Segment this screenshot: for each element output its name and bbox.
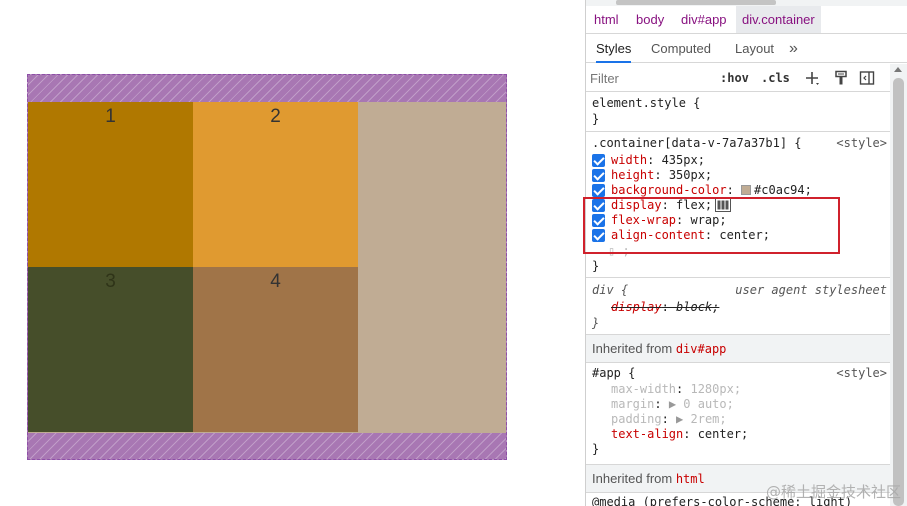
- styles-toolbar: :hov .cls: [586, 64, 891, 92]
- flex-item-4[interactable]: 4: [193, 267, 358, 432]
- property-value[interactable]: center;: [698, 427, 749, 441]
- property-name[interactable]: width: [611, 153, 647, 167]
- property-name[interactable]: height: [611, 168, 654, 182]
- item-label: 3: [105, 271, 116, 292]
- inherited-header-app: Inherited from div#app: [586, 335, 891, 363]
- property-checkbox[interactable]: [592, 154, 605, 167]
- user-agent-rule: div { user agent stylesheet display: blo…: [586, 278, 891, 335]
- property-value[interactable]: 435px;: [662, 153, 705, 167]
- property-checkbox[interactable]: [592, 169, 605, 182]
- scroll-up-icon[interactable]: [894, 67, 902, 72]
- app-rule: #app { <style> max-width: 1280px; margin…: [586, 363, 891, 465]
- inherited-label: Inherited from: [592, 341, 673, 356]
- rule-selector[interactable]: .container[data-v-7a7a37b1] {: [592, 136, 802, 151]
- inherited-element-link[interactable]: div#app: [676, 342, 727, 356]
- property-name[interactable]: display: [611, 300, 662, 314]
- rule-source-link[interactable]: <style>: [836, 136, 887, 151]
- property-value[interactable]: 2rem;: [691, 412, 727, 426]
- rule-selector[interactable]: div {: [592, 283, 628, 298]
- scrollbar-thumb[interactable]: [893, 78, 904, 506]
- hov-button[interactable]: :hov: [720, 64, 749, 92]
- property-value[interactable]: block;: [676, 300, 719, 314]
- flex-item-3[interactable]: 3: [28, 267, 193, 432]
- property-value[interactable]: 1280px;: [690, 382, 741, 396]
- app-padding-area: 1 2 3 4: [27, 74, 507, 460]
- property-name[interactable]: margin: [611, 397, 654, 411]
- rule-close: }: [592, 112, 600, 126]
- property-value[interactable]: #c0ac94;: [754, 183, 812, 197]
- breadcrumb-app[interactable]: div#app: [681, 6, 727, 33]
- breadcrumb-body[interactable]: body: [636, 6, 664, 33]
- annotation-highlight-box: [583, 197, 840, 254]
- rule-source-link[interactable]: <style>: [836, 366, 887, 381]
- element-style-rule: element.style { }: [586, 92, 891, 132]
- color-swatch[interactable]: [741, 185, 752, 195]
- property-name[interactable]: padding: [611, 412, 662, 426]
- rule-selector[interactable]: #app {: [592, 366, 635, 381]
- toggle-sidebar-icon[interactable]: [859, 70, 875, 86]
- sidebar-tabs: Styles Computed Layout »: [586, 35, 907, 63]
- watermark: @稀土掘金技术社区: [765, 483, 901, 501]
- property-name[interactable]: background-color: [611, 183, 727, 197]
- breadcrumb-html[interactable]: html: [594, 6, 619, 33]
- flex-container[interactable]: 1 2 3 4: [28, 102, 506, 433]
- inherited-element-link[interactable]: html: [676, 472, 705, 486]
- expand-arrow-icon[interactable]: ▶: [669, 397, 676, 411]
- item-label: 1: [105, 106, 116, 127]
- property-name[interactable]: max-width: [611, 382, 676, 396]
- rule-source: user agent stylesheet: [735, 283, 887, 297]
- breadcrumb: html body div#app div.container: [586, 6, 907, 34]
- tab-layout[interactable]: Layout: [735, 35, 774, 63]
- rule-close: }: [592, 259, 600, 273]
- styles-pane: element.style { } .container[data-v-7a7a…: [586, 92, 891, 506]
- new-rule-icon[interactable]: [804, 70, 820, 86]
- property-value[interactable]: 0 auto;: [683, 397, 734, 411]
- flex-item-2[interactable]: 2: [193, 102, 358, 267]
- rule-close: }: [592, 442, 600, 456]
- paint-brush-icon[interactable]: [833, 70, 849, 86]
- rule-close: }: [592, 316, 600, 330]
- item-label: 2: [270, 106, 281, 127]
- breadcrumb-container[interactable]: div.container: [736, 6, 821, 33]
- scrollbar-thumb[interactable]: [616, 0, 776, 5]
- property-value[interactable]: 350px;: [669, 168, 712, 182]
- cls-button[interactable]: .cls: [761, 64, 790, 92]
- flex-item-1[interactable]: 1: [28, 102, 193, 267]
- filter-input[interactable]: [590, 68, 708, 88]
- tab-styles[interactable]: Styles: [596, 35, 632, 63]
- more-tabs-icon[interactable]: »: [789, 35, 798, 63]
- property-checkbox[interactable]: [592, 184, 605, 197]
- vertical-scrollbar[interactable]: [890, 64, 907, 506]
- expand-arrow-icon[interactable]: ▶: [676, 412, 683, 426]
- property-name[interactable]: text-align: [611, 427, 683, 441]
- tab-computed[interactable]: Computed: [651, 35, 711, 63]
- rule-selector[interactable]: element.style {: [592, 96, 700, 111]
- inherited-label: Inherited from: [592, 471, 673, 486]
- item-label: 4: [270, 271, 281, 292]
